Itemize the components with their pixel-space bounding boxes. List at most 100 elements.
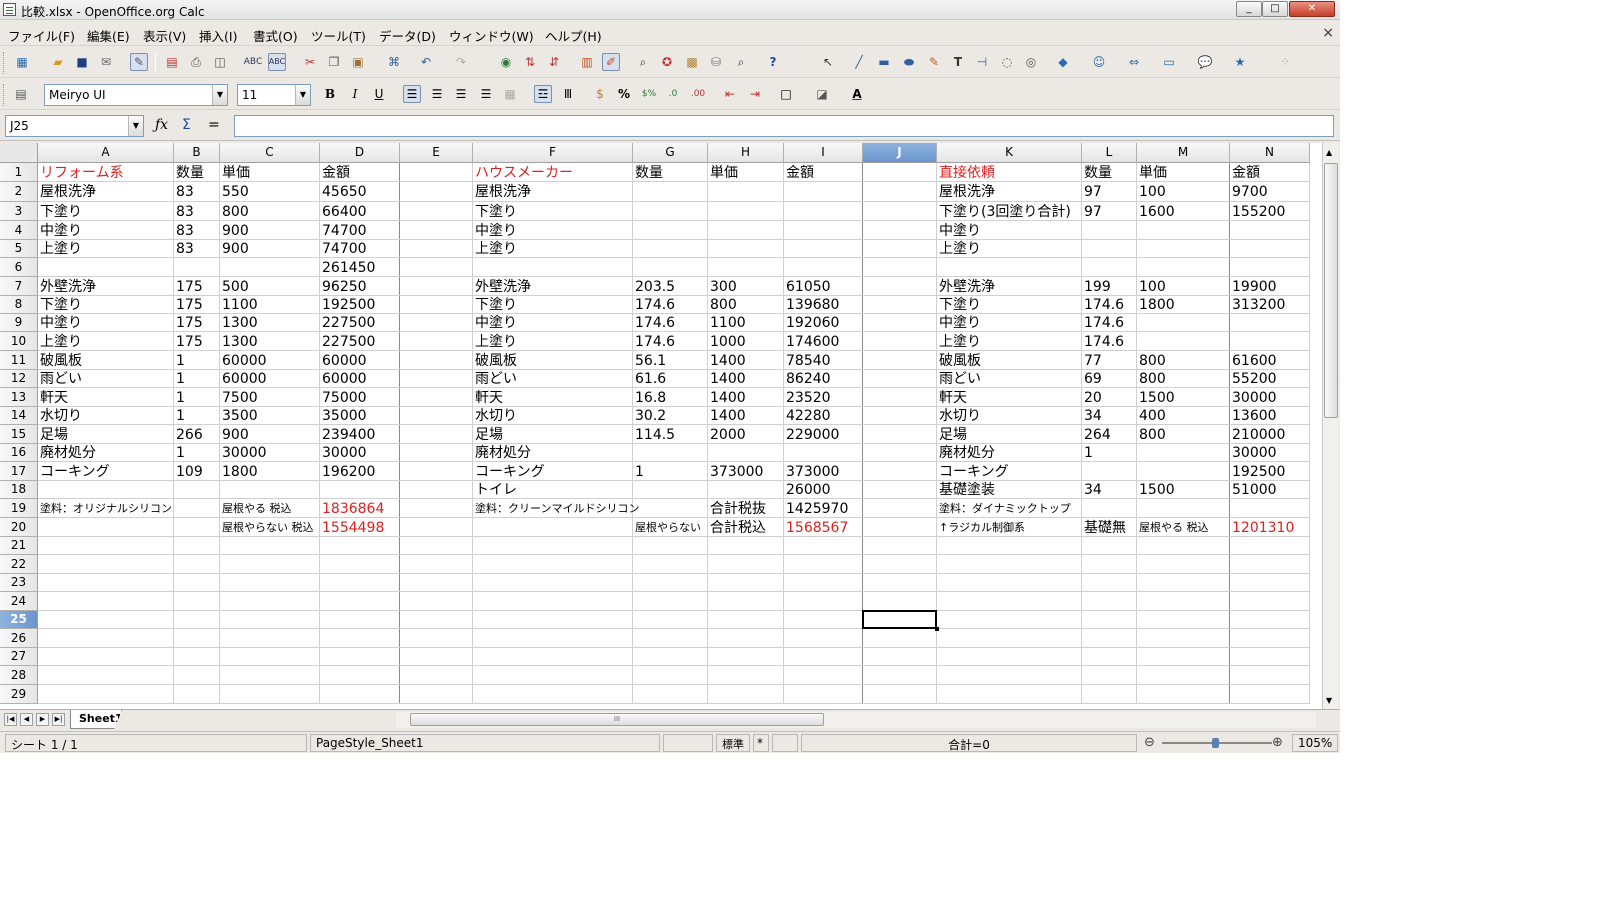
cell-f5[interactable]: 上塗り bbox=[473, 241, 517, 258]
cell-h8[interactable]: 800 bbox=[708, 297, 737, 314]
cell-c9[interactable]: 1300 bbox=[220, 315, 258, 332]
active-cell-cursor[interactable] bbox=[862, 610, 939, 631]
align-right-icon[interactable]: ☰ bbox=[452, 85, 470, 103]
column-header-f[interactable]: F bbox=[473, 143, 633, 163]
column-header-j[interactable]: J bbox=[863, 143, 937, 163]
vertical-scroll-thumb[interactable] bbox=[1324, 163, 1338, 418]
cell-g12[interactable]: 61.6 bbox=[633, 371, 666, 388]
column-header-d[interactable]: D bbox=[320, 143, 400, 163]
connector-icon[interactable]: ⊣ bbox=[973, 53, 991, 71]
cell-f9[interactable]: 中塗り bbox=[473, 315, 517, 332]
cell-a12[interactable]: 雨どい bbox=[38, 371, 82, 388]
name-box[interactable]: J25 ▼ bbox=[5, 115, 144, 137]
cell-h14[interactable]: 1400 bbox=[708, 408, 746, 425]
spellcheck-icon[interactable]: ABC bbox=[244, 53, 262, 71]
merge-cells-icon[interactable]: ▦ bbox=[501, 85, 519, 103]
chevron-down-icon[interactable]: ▼ bbox=[295, 85, 310, 105]
formula-input[interactable] bbox=[234, 115, 1334, 137]
cell-k18[interactable]: 基礎塗装 bbox=[937, 482, 995, 499]
chart-icon[interactable]: ▥ bbox=[578, 53, 596, 71]
cell-c1[interactable]: 単価 bbox=[220, 164, 250, 182]
cell-m15[interactable]: 800 bbox=[1137, 426, 1166, 444]
help-icon[interactable]: ? bbox=[764, 53, 782, 71]
cell-g10[interactable]: 174.6 bbox=[633, 333, 675, 351]
row-header-9[interactable]: 9 bbox=[0, 314, 38, 332]
row-header-2[interactable]: 2 bbox=[0, 182, 38, 202]
cell-l15[interactable]: 264 bbox=[1082, 426, 1111, 444]
cell-b5[interactable]: 83 bbox=[174, 241, 194, 258]
cell-n11[interactable]: 61600 bbox=[1230, 352, 1277, 370]
cell-l16[interactable]: 1 bbox=[1082, 445, 1093, 462]
cell-k17[interactable]: コーキング bbox=[937, 463, 1009, 481]
cell-n20[interactable]: 1201310 bbox=[1230, 519, 1294, 537]
cell-d14[interactable]: 35000 bbox=[320, 408, 367, 425]
select-all-corner[interactable] bbox=[0, 143, 38, 163]
show-draw-icon[interactable]: ✐ bbox=[602, 53, 620, 71]
cell-g7[interactable]: 203.5 bbox=[633, 278, 675, 296]
cell-k8[interactable]: 下塗り bbox=[937, 297, 981, 314]
cell-g9[interactable]: 174.6 bbox=[633, 315, 675, 332]
cut-icon[interactable]: ✂ bbox=[301, 53, 319, 71]
cell-c3[interactable]: 800 bbox=[220, 203, 249, 221]
maximize-button[interactable]: □ bbox=[1262, 1, 1288, 17]
column-header-g[interactable]: G bbox=[633, 143, 708, 163]
menu-format[interactable]: 書式(O) bbox=[253, 26, 298, 45]
menu-data[interactable]: データ(D) bbox=[379, 26, 436, 45]
freeform-icon[interactable]: ✎ bbox=[925, 53, 943, 71]
cell-c7[interactable]: 500 bbox=[220, 278, 249, 296]
cell-h13[interactable]: 1400 bbox=[708, 389, 746, 407]
zoom-level[interactable]: 105% bbox=[1292, 734, 1338, 752]
cell-c13[interactable]: 7500 bbox=[220, 389, 258, 407]
cell-d16[interactable]: 30000 bbox=[320, 445, 367, 462]
cell-l12[interactable]: 69 bbox=[1082, 371, 1102, 388]
cell-a2[interactable]: 屋根洗浄 bbox=[38, 183, 96, 202]
cell-c19[interactable]: 屋根やる 税込 bbox=[220, 500, 292, 518]
undo-icon[interactable]: ↶ bbox=[417, 53, 435, 71]
print-icon[interactable]: ⎙ bbox=[187, 53, 205, 71]
background-color-icon[interactable]: ◪ bbox=[813, 85, 831, 103]
row-header-21[interactable]: 21 bbox=[0, 537, 38, 555]
cell-a7[interactable]: 外壁洗浄 bbox=[38, 278, 96, 296]
text-icon[interactable]: T bbox=[949, 53, 967, 71]
cell-f18[interactable]: トイレ bbox=[473, 482, 517, 499]
cell-b10[interactable]: 175 bbox=[174, 333, 203, 351]
cell-d9[interactable]: 227500 bbox=[320, 315, 375, 332]
cell-i15[interactable]: 229000 bbox=[784, 426, 839, 444]
row-header-24[interactable]: 24 bbox=[0, 592, 38, 611]
signature-field[interactable] bbox=[772, 734, 798, 752]
flowchart-icon[interactable]: ▭ bbox=[1160, 53, 1178, 71]
zoom-icon[interactable]: ⌕ bbox=[732, 53, 750, 71]
cell-d4[interactable]: 74700 bbox=[320, 222, 367, 240]
cell-h11[interactable]: 1400 bbox=[708, 352, 746, 370]
redo-icon[interactable]: ↷ bbox=[452, 53, 470, 71]
cell-b3[interactable]: 83 bbox=[174, 203, 194, 221]
row-header-15[interactable]: 15 bbox=[0, 425, 38, 444]
cell-a9[interactable]: 中塗り bbox=[38, 315, 82, 332]
menu-window[interactable]: ウィンドウ(W) bbox=[449, 26, 534, 45]
cell-k10[interactable]: 上塗り bbox=[937, 333, 981, 351]
cell-n14[interactable]: 13600 bbox=[1230, 408, 1277, 425]
cell-d2[interactable]: 45650 bbox=[320, 183, 367, 202]
cell-f19[interactable]: 塗料：クリーンマイルドシリコン bbox=[473, 500, 639, 518]
menu-tools[interactable]: ツール(T) bbox=[311, 26, 366, 45]
cell-c17[interactable]: 1800 bbox=[220, 463, 258, 481]
cell-g14[interactable]: 30.2 bbox=[633, 408, 666, 425]
cell-k16[interactable]: 廃材処分 bbox=[937, 445, 995, 462]
cell-m20[interactable]: 屋根やる 税込 bbox=[1137, 519, 1209, 537]
cell-f12[interactable]: 雨どい bbox=[473, 371, 517, 388]
cell-k13[interactable]: 軒天 bbox=[937, 389, 967, 407]
cell-b15[interactable]: 266 bbox=[174, 426, 203, 444]
cell-m14[interactable]: 400 bbox=[1137, 408, 1166, 425]
cell-f8[interactable]: 下塗り bbox=[473, 297, 517, 314]
autospell-icon[interactable]: ABC bbox=[268, 53, 286, 71]
sort-ascending-icon[interactable]: ⇅ bbox=[521, 53, 539, 71]
email-icon[interactable]: ✉ bbox=[97, 53, 115, 71]
cell-m12[interactable]: 800 bbox=[1137, 371, 1166, 388]
find-replace-icon[interactable]: ⌕ bbox=[634, 53, 652, 71]
align-center-icon[interactable]: ☰ bbox=[428, 85, 446, 103]
cell-g1[interactable]: 数量 bbox=[633, 164, 663, 182]
font-color-icon[interactable]: A bbox=[848, 85, 866, 103]
callout-icon[interactable]: ◌ bbox=[998, 53, 1016, 71]
page-style[interactable]: PageStyle_Sheet1 bbox=[310, 734, 660, 752]
cell-g13[interactable]: 16.8 bbox=[633, 389, 666, 407]
